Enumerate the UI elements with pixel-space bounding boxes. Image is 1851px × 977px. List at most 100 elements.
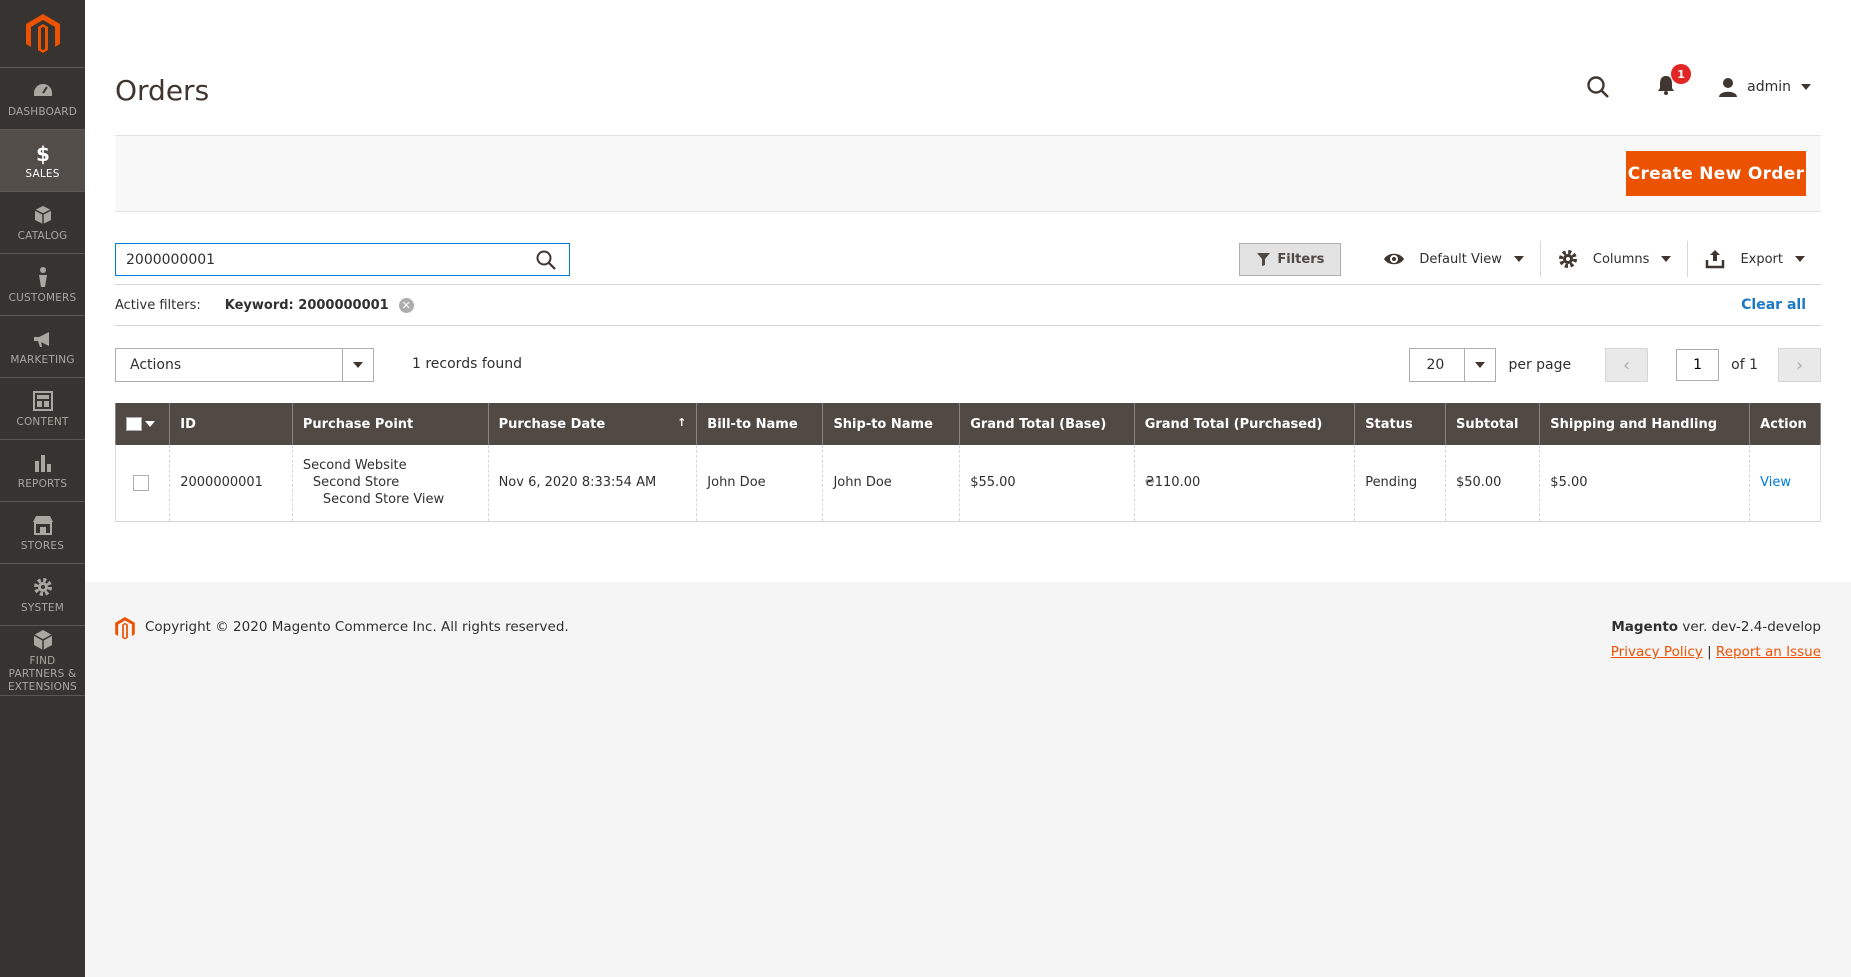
sidebar-item-sales[interactable]: $ SALES <box>0 130 85 192</box>
keyword-search <box>115 243 570 276</box>
sidebar-item-partners[interactable]: FIND PARTNERS & EXTENSIONS <box>0 626 85 696</box>
column-header-status[interactable]: Status <box>1354 403 1446 445</box>
search-input[interactable] <box>116 244 523 275</box>
current-page-input[interactable] <box>1676 349 1720 381</box>
cell-bill-to: John Doe <box>696 445 824 522</box>
user-menu[interactable]: admin <box>1717 76 1811 98</box>
dollar-icon: $ <box>36 142 50 165</box>
sidebar-item-catalog[interactable]: CATALOG <box>0 192 85 254</box>
cell-shipping: $5.00 <box>1539 445 1751 522</box>
sidebar-item-dashboard[interactable]: DASHBOARD <box>0 68 85 130</box>
view-order-link[interactable]: View <box>1760 475 1791 490</box>
column-header-action: Action <box>1749 403 1821 445</box>
brand-name: Magento <box>1611 619 1679 635</box>
column-header-grand-total-base[interactable]: Grand Total (Base) <box>959 403 1135 445</box>
chevron-down-icon <box>145 421 155 427</box>
pagination: 20 per page ‹ of 1 › <box>1409 348 1821 382</box>
clear-all-filters-link[interactable]: Clear all <box>1741 297 1806 313</box>
chevron-left-icon: ‹ <box>1623 354 1631 376</box>
table-header-row: ID Purchase Point Purchase Date ↑ Bill-to… <box>114 403 1821 445</box>
sidebar-item-reports[interactable]: REPORTS <box>0 440 85 502</box>
sidebar-item-label: FIND PARTNERS & EXTENSIONS <box>7 654 78 693</box>
column-header-subtotal[interactable]: Subtotal <box>1444 403 1541 445</box>
chevron-down-icon <box>1464 349 1495 381</box>
keyword-filter-text: Keyword: 2000000001 <box>224 297 389 313</box>
select-all-checkbox[interactable] <box>126 417 142 431</box>
default-view-dropdown[interactable]: Default View <box>1367 241 1539 277</box>
active-filters-label: Active filters: <box>115 297 201 313</box>
gear-icon <box>33 577 52 596</box>
admin-sidebar: DASHBOARD $ SALES CATALOG CUSTOMERS MARK… <box>0 0 85 977</box>
privacy-policy-link[interactable]: Privacy Policy <box>1611 644 1703 660</box>
next-page-button[interactable]: › <box>1778 348 1821 382</box>
filters-button[interactable]: Filters <box>1239 242 1342 276</box>
search-icon[interactable] <box>1585 74 1611 100</box>
remove-filter-icon[interactable]: ✕ <box>398 297 414 313</box>
magento-logo[interactable] <box>0 0 85 68</box>
copyright-text: Copyright © 2020 Magento Commerce Inc. A… <box>145 619 569 635</box>
mass-actions-select[interactable]: Actions <box>115 348 374 382</box>
cell-id: 2000000001 <box>169 445 293 522</box>
column-header-purchase-point[interactable]: Purchase Point <box>291 403 489 445</box>
sidebar-item-label: CATALOG <box>17 229 68 242</box>
sort-arrow-icon: ↑ <box>677 416 687 429</box>
funnel-icon <box>1257 252 1271 266</box>
sidebar-item-customers[interactable]: CUSTOMERS <box>0 254 85 316</box>
orders-grid: ID Purchase Point Purchase Date ↑ Bill-to… <box>114 403 1821 522</box>
column-header-ship-to[interactable]: Ship-to Name <box>822 403 961 445</box>
column-header-grand-total-purchased[interactable]: Grand Total (Purchased) <box>1133 403 1356 445</box>
grid-controls: Actions 1 records found 20 per page ‹ of… <box>115 348 1821 382</box>
column-header-shipping[interactable]: Shipping and Handling <box>1539 403 1751 445</box>
bar-chart-icon <box>34 454 51 472</box>
purchase-point-store: Second Store <box>312 475 400 491</box>
sidebar-item-stores[interactable]: STORES <box>0 502 85 564</box>
sidebar-item-label: REPORTS <box>17 477 68 490</box>
page-title: Orders <box>115 74 210 107</box>
user-name: admin <box>1747 79 1791 95</box>
purchase-point-website: Second Website <box>302 458 407 474</box>
chevron-right-icon: › <box>1795 354 1804 376</box>
notifications-button[interactable]: 1 <box>1653 64 1692 102</box>
records-found: 1 records found <box>412 356 522 372</box>
mass-select-header[interactable] <box>114 403 171 445</box>
sidebar-item-marketing[interactable]: MARKETING <box>0 316 85 378</box>
sidebar-item-label: CONTENT <box>16 415 69 428</box>
export-label: Export <box>1740 251 1783 267</box>
sidebar-item-label: SYSTEM <box>20 601 65 614</box>
box-icon <box>34 205 51 224</box>
purchase-point-store-view: Second Store View <box>322 492 445 508</box>
user-icon <box>1719 78 1738 97</box>
chevron-down-icon <box>342 349 373 381</box>
footer-link-separator: | <box>1707 644 1712 660</box>
layout-icon <box>32 390 53 411</box>
search-submit-button[interactable] <box>523 244 569 275</box>
column-header-bill-to[interactable]: Bill-to Name <box>696 403 824 445</box>
cube-icon <box>33 629 52 650</box>
version-text: ver. dev-2.4-develop <box>1678 619 1821 635</box>
sidebar-item-content[interactable]: CONTENT <box>0 378 85 440</box>
table-row[interactable]: 2000000001 Second Website Second Store S… <box>114 445 1821 522</box>
grid-toolbar: Filters Default View Columns Export <box>1239 241 1821 277</box>
row-checkbox[interactable] <box>133 474 149 491</box>
column-header-id[interactable]: ID <box>169 403 293 445</box>
sidebar-item-label: SALES <box>25 167 60 180</box>
eye-icon <box>1384 253 1405 265</box>
previous-page-button[interactable]: ‹ <box>1605 348 1649 382</box>
magento-logo-icon <box>25 13 60 53</box>
per-page-select[interactable]: 20 <box>1409 348 1497 382</box>
sidebar-item-system[interactable]: SYSTEM <box>0 564 85 626</box>
magento-logo-icon <box>115 617 135 640</box>
megaphone-icon <box>33 331 49 347</box>
create-new-order-button[interactable]: Create New Order <box>1626 151 1806 196</box>
export-dropdown[interactable]: Export <box>1688 241 1821 277</box>
report-issue-link[interactable]: Report an Issue <box>1716 644 1821 660</box>
column-header-purchase-date[interactable]: Purchase Date ↑ <box>487 403 698 445</box>
dashboard-icon <box>33 83 52 96</box>
search-icon <box>536 250 556 270</box>
filters-label: Filters <box>1277 251 1325 267</box>
columns-dropdown[interactable]: Columns <box>1541 241 1688 277</box>
person-icon <box>38 266 47 287</box>
version-info: Magento ver. dev-2.4-develop <box>1611 619 1821 635</box>
upload-icon <box>1706 250 1725 269</box>
sidebar-item-label: MARKETING <box>10 353 75 366</box>
